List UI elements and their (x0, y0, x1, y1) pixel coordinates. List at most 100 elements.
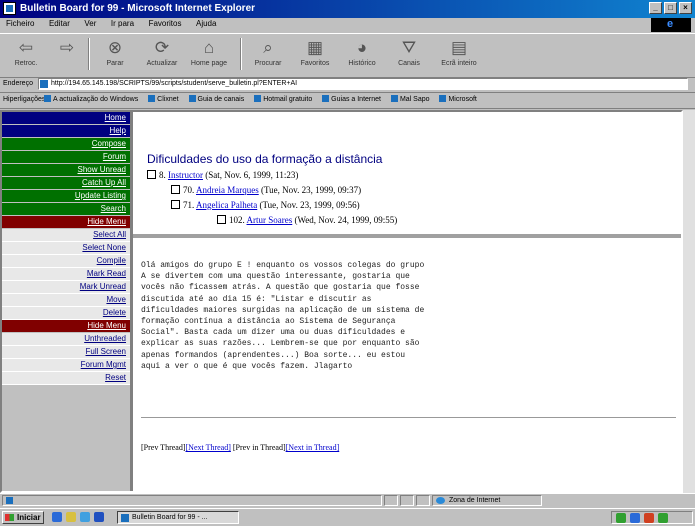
menu-help[interactable]: Ajuda (190, 18, 222, 29)
menu-favorites[interactable]: Favoritos (143, 18, 188, 29)
window-title: Bulletin Board for 99 - Microsoft Intern… (20, 3, 256, 14)
close-button[interactable]: × (679, 2, 692, 14)
nav-home[interactable]: Home (2, 112, 130, 125)
ie-page-icon (3, 2, 16, 15)
select-checkbox[interactable] (147, 170, 156, 179)
menu-view[interactable]: Ver (78, 18, 102, 29)
nav-help[interactable]: Help (2, 125, 130, 138)
nav-forum-mgmt[interactable]: Forum Mgmt (2, 359, 130, 372)
zone-cell: Zona de Internet (432, 495, 542, 506)
address-bar: Endereço http://194.65.145.198/SCRIPTS/9… (0, 77, 695, 93)
nav-unthreaded[interactable]: Unthreaded (2, 333, 130, 346)
history-icon: ◕ (356, 38, 368, 57)
vertical-scrollbar[interactable] (683, 110, 695, 493)
link-item[interactable]: Clixnet (148, 95, 178, 103)
nav-select-all[interactable]: Select All (2, 229, 130, 242)
channels-button[interactable]: ⛛ Canais (387, 36, 431, 74)
tray-icon[interactable] (616, 513, 626, 523)
nav-delete[interactable]: Delete (2, 307, 130, 320)
nav-update-listing[interactable]: Update Listing (2, 190, 130, 203)
address-input[interactable]: http://194.65.145.198/SCRIPTS/99/scripts… (38, 78, 688, 90)
post-author-link[interactable]: Instructor (168, 170, 203, 180)
system-tray (611, 511, 693, 524)
next-thread-link[interactable]: [Next Thread] (186, 443, 231, 452)
search-icon: ⌕ (263, 38, 273, 57)
refresh-button[interactable]: ⟳ Actualizar (140, 36, 184, 74)
select-checkbox[interactable] (171, 185, 180, 194)
toolbar-separator (240, 38, 242, 70)
nav-forum[interactable]: Forum (2, 151, 130, 164)
prev-in-thread-label: [Prev in Thread] (232, 443, 286, 452)
favorites-button[interactable]: ▦ Favoritos (293, 36, 337, 74)
nav-full-screen[interactable]: Full Screen (2, 346, 130, 359)
start-button[interactable]: Iniciar (2, 511, 44, 524)
nav-compile[interactable]: Compile (2, 255, 130, 268)
nav-mark-read[interactable]: Mark Read (2, 268, 130, 281)
menu-go[interactable]: Ir para (105, 18, 140, 29)
link-item[interactable]: Mal Sapo (391, 95, 430, 103)
nav-select-none[interactable]: Select None (2, 242, 130, 255)
tray-icon[interactable] (658, 513, 668, 523)
zone-text: Zona de Internet (449, 497, 501, 504)
fullscreen-icon: ▤ (450, 38, 468, 57)
status-cell (384, 495, 398, 506)
post-author-link[interactable]: Artur Soares (247, 215, 293, 225)
status-bar: Zona de Internet (0, 493, 695, 508)
nav-mark-unread[interactable]: Mark Unread (2, 281, 130, 294)
post-author-link[interactable]: Andreia Marques (196, 185, 259, 195)
taskbar-ie-window[interactable]: Bulletin Board for 99 - ... (117, 511, 239, 524)
fullscreen-button[interactable]: ▤ Ecrã inteiro (434, 36, 484, 74)
nav-show-unread[interactable]: Show Unread (2, 164, 130, 177)
link-item[interactable]: Guias a Internet (322, 95, 381, 103)
thread-post-row: 102. Artur Soares (Wed, Nov. 24, 1999, 0… (217, 215, 397, 225)
toolbar-separator (88, 38, 90, 70)
nav-move[interactable]: Move (2, 294, 130, 307)
thread-list-pane: Dificuldades do uso da formação a distân… (133, 112, 681, 238)
title-bar: Bulletin Board for 99 - Microsoft Intern… (0, 0, 695, 18)
link-item[interactable]: Hotmail gratuito (254, 95, 312, 103)
prev-thread-label: [Prev Thread] (141, 443, 186, 452)
minimize-button[interactable]: _ (649, 2, 662, 14)
back-button[interactable]: ⇦ Retroc. (4, 36, 48, 74)
nav-catch-up-all[interactable]: Catch Up All (2, 177, 130, 190)
link-item[interactable]: Guia de canais (189, 95, 245, 103)
taskbar: Iniciar Bulletin Board for 99 - ... (0, 508, 695, 526)
nav-reset[interactable]: Reset (2, 372, 130, 385)
status-cell (416, 495, 430, 506)
ie-logo-throbber (651, 18, 691, 32)
quicklaunch-desktop-icon[interactable] (80, 512, 90, 522)
nav-hide-menu[interactable]: Hide Menu (2, 320, 130, 333)
nav-compose[interactable]: Compose (2, 138, 130, 151)
link-item[interactable]: Microsoft (439, 95, 476, 103)
refresh-icon: ⟳ (154, 38, 170, 57)
nav-search[interactable]: Search (2, 203, 130, 216)
next-in-thread-link[interactable]: [Next in Thread] (286, 443, 340, 452)
tray-icon[interactable] (630, 513, 640, 523)
stop-button[interactable]: ⊗ Parar (93, 36, 137, 74)
quicklaunch-ie-icon[interactable] (52, 512, 62, 522)
menu-file[interactable]: Ficheiro (0, 18, 40, 29)
ie-page-icon (40, 80, 48, 88)
divider (141, 417, 676, 418)
status-cell (400, 495, 414, 506)
home-button[interactable]: ⌂ Home page (187, 36, 231, 74)
ie-page-icon (6, 497, 13, 504)
forward-button[interactable]: ⇨ (52, 36, 82, 74)
stop-icon: ⊗ (107, 38, 123, 57)
select-checkbox[interactable] (171, 200, 180, 209)
quicklaunch-channels-icon[interactable] (94, 512, 104, 522)
post-author-link[interactable]: Angelica Palheta (196, 200, 257, 210)
select-checkbox[interactable] (217, 215, 226, 224)
favorites-icon: ▦ (306, 38, 324, 57)
link-item[interactable]: A actualização do Windows (44, 95, 138, 103)
tray-icon[interactable] (644, 513, 654, 523)
quicklaunch-outlook-icon[interactable] (66, 512, 76, 522)
thread-navigation: [Prev Thread][Next Thread] [Prev in Thre… (141, 443, 339, 452)
maximize-button[interactable]: □ (664, 2, 677, 14)
menu-edit[interactable]: Editar (43, 18, 76, 29)
page-content: Home Help Compose Forum Show Unread Catc… (0, 110, 683, 493)
nav-hide-menu[interactable]: Hide Menu (2, 216, 130, 229)
links-bar: Hiperligações A actualização do Windows … (0, 93, 695, 109)
history-button[interactable]: ◕ Histórico (340, 36, 384, 74)
search-button[interactable]: ⌕ Procurar (246, 36, 290, 74)
